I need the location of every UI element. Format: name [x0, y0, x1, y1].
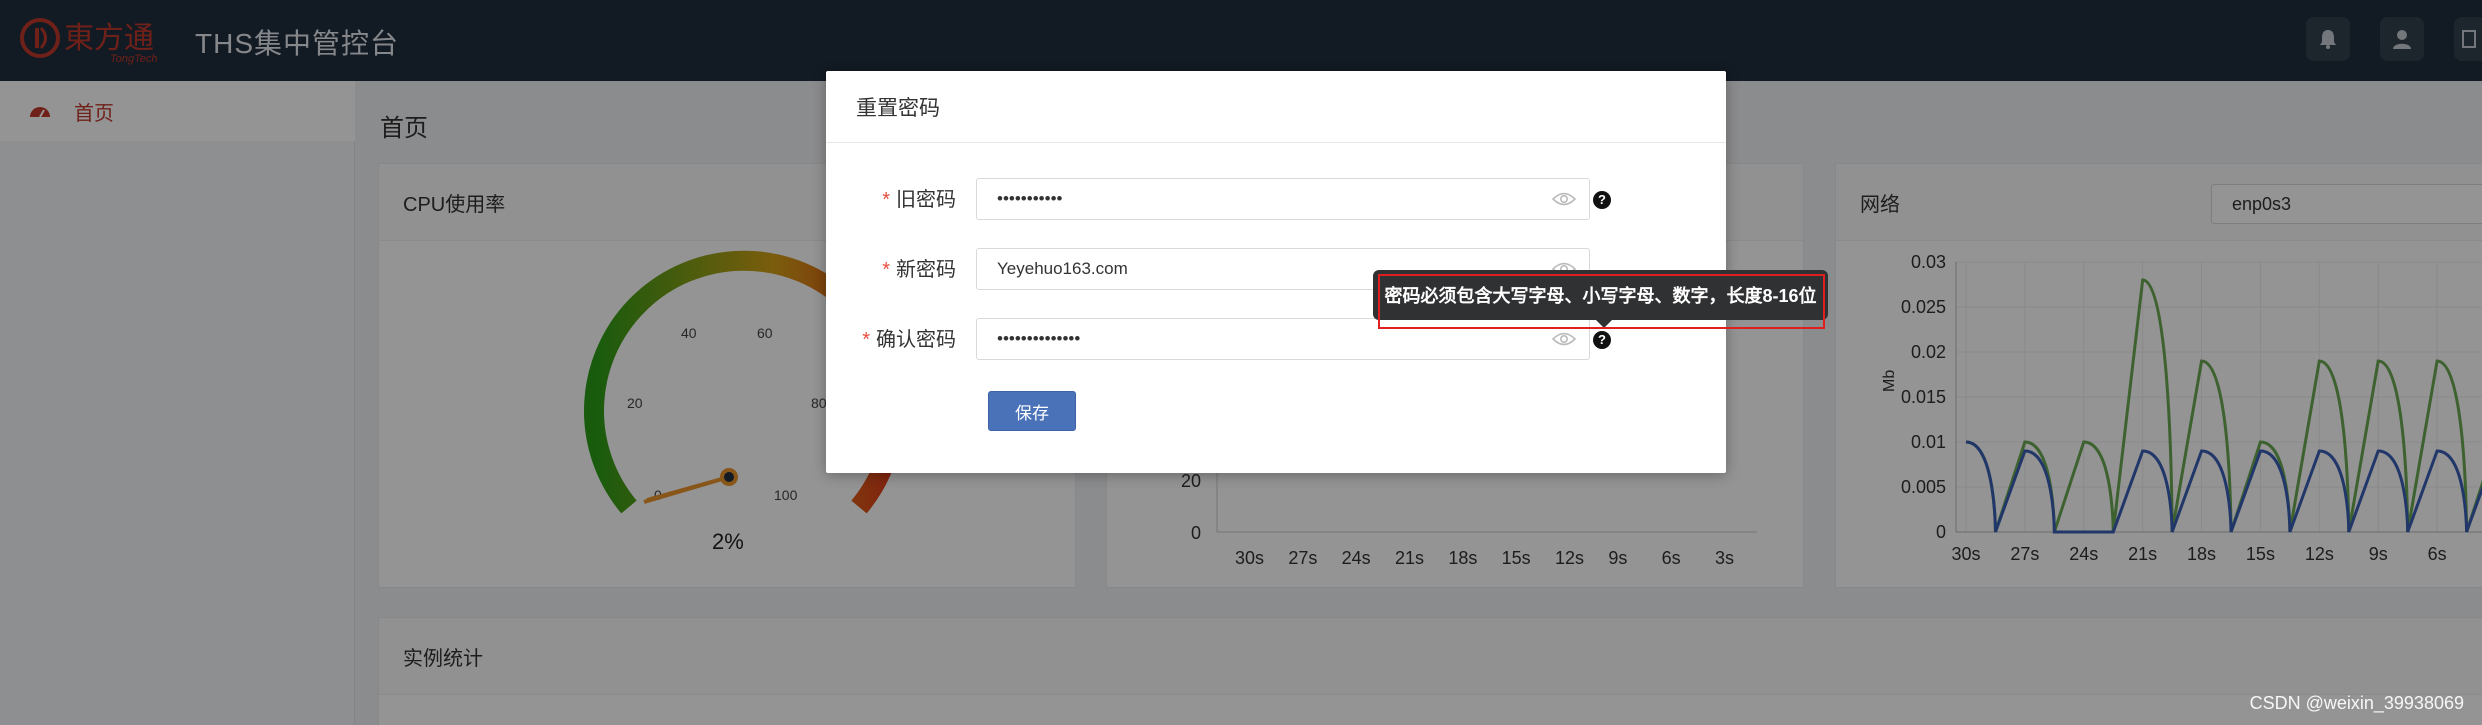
- watermark: CSDN @weixin_39938069: [2249, 693, 2464, 713]
- old-password-label: * 旧密码: [882, 189, 956, 211]
- eye-icon[interactable]: [1552, 330, 1576, 348]
- highlight-annotation-box: [1378, 274, 1825, 329]
- save-button[interactable]: 保存: [988, 391, 1076, 431]
- old-password-field[interactable]: •••••••••••: [976, 178, 1590, 220]
- required-mark: *: [862, 329, 870, 351]
- required-mark: *: [882, 189, 890, 211]
- eye-icon[interactable]: [1552, 190, 1576, 208]
- help-icon[interactable]: ?: [1593, 191, 1611, 209]
- old-password-row: * 旧密码 ••••••••••• ?: [826, 178, 1726, 222]
- new-password-label: * 新密码: [882, 259, 956, 281]
- help-icon[interactable]: ?: [1593, 331, 1611, 349]
- confirm-password-label: * 确认密码: [862, 329, 956, 351]
- dialog-title: 重置密码: [826, 71, 1726, 143]
- required-mark: *: [882, 259, 890, 281]
